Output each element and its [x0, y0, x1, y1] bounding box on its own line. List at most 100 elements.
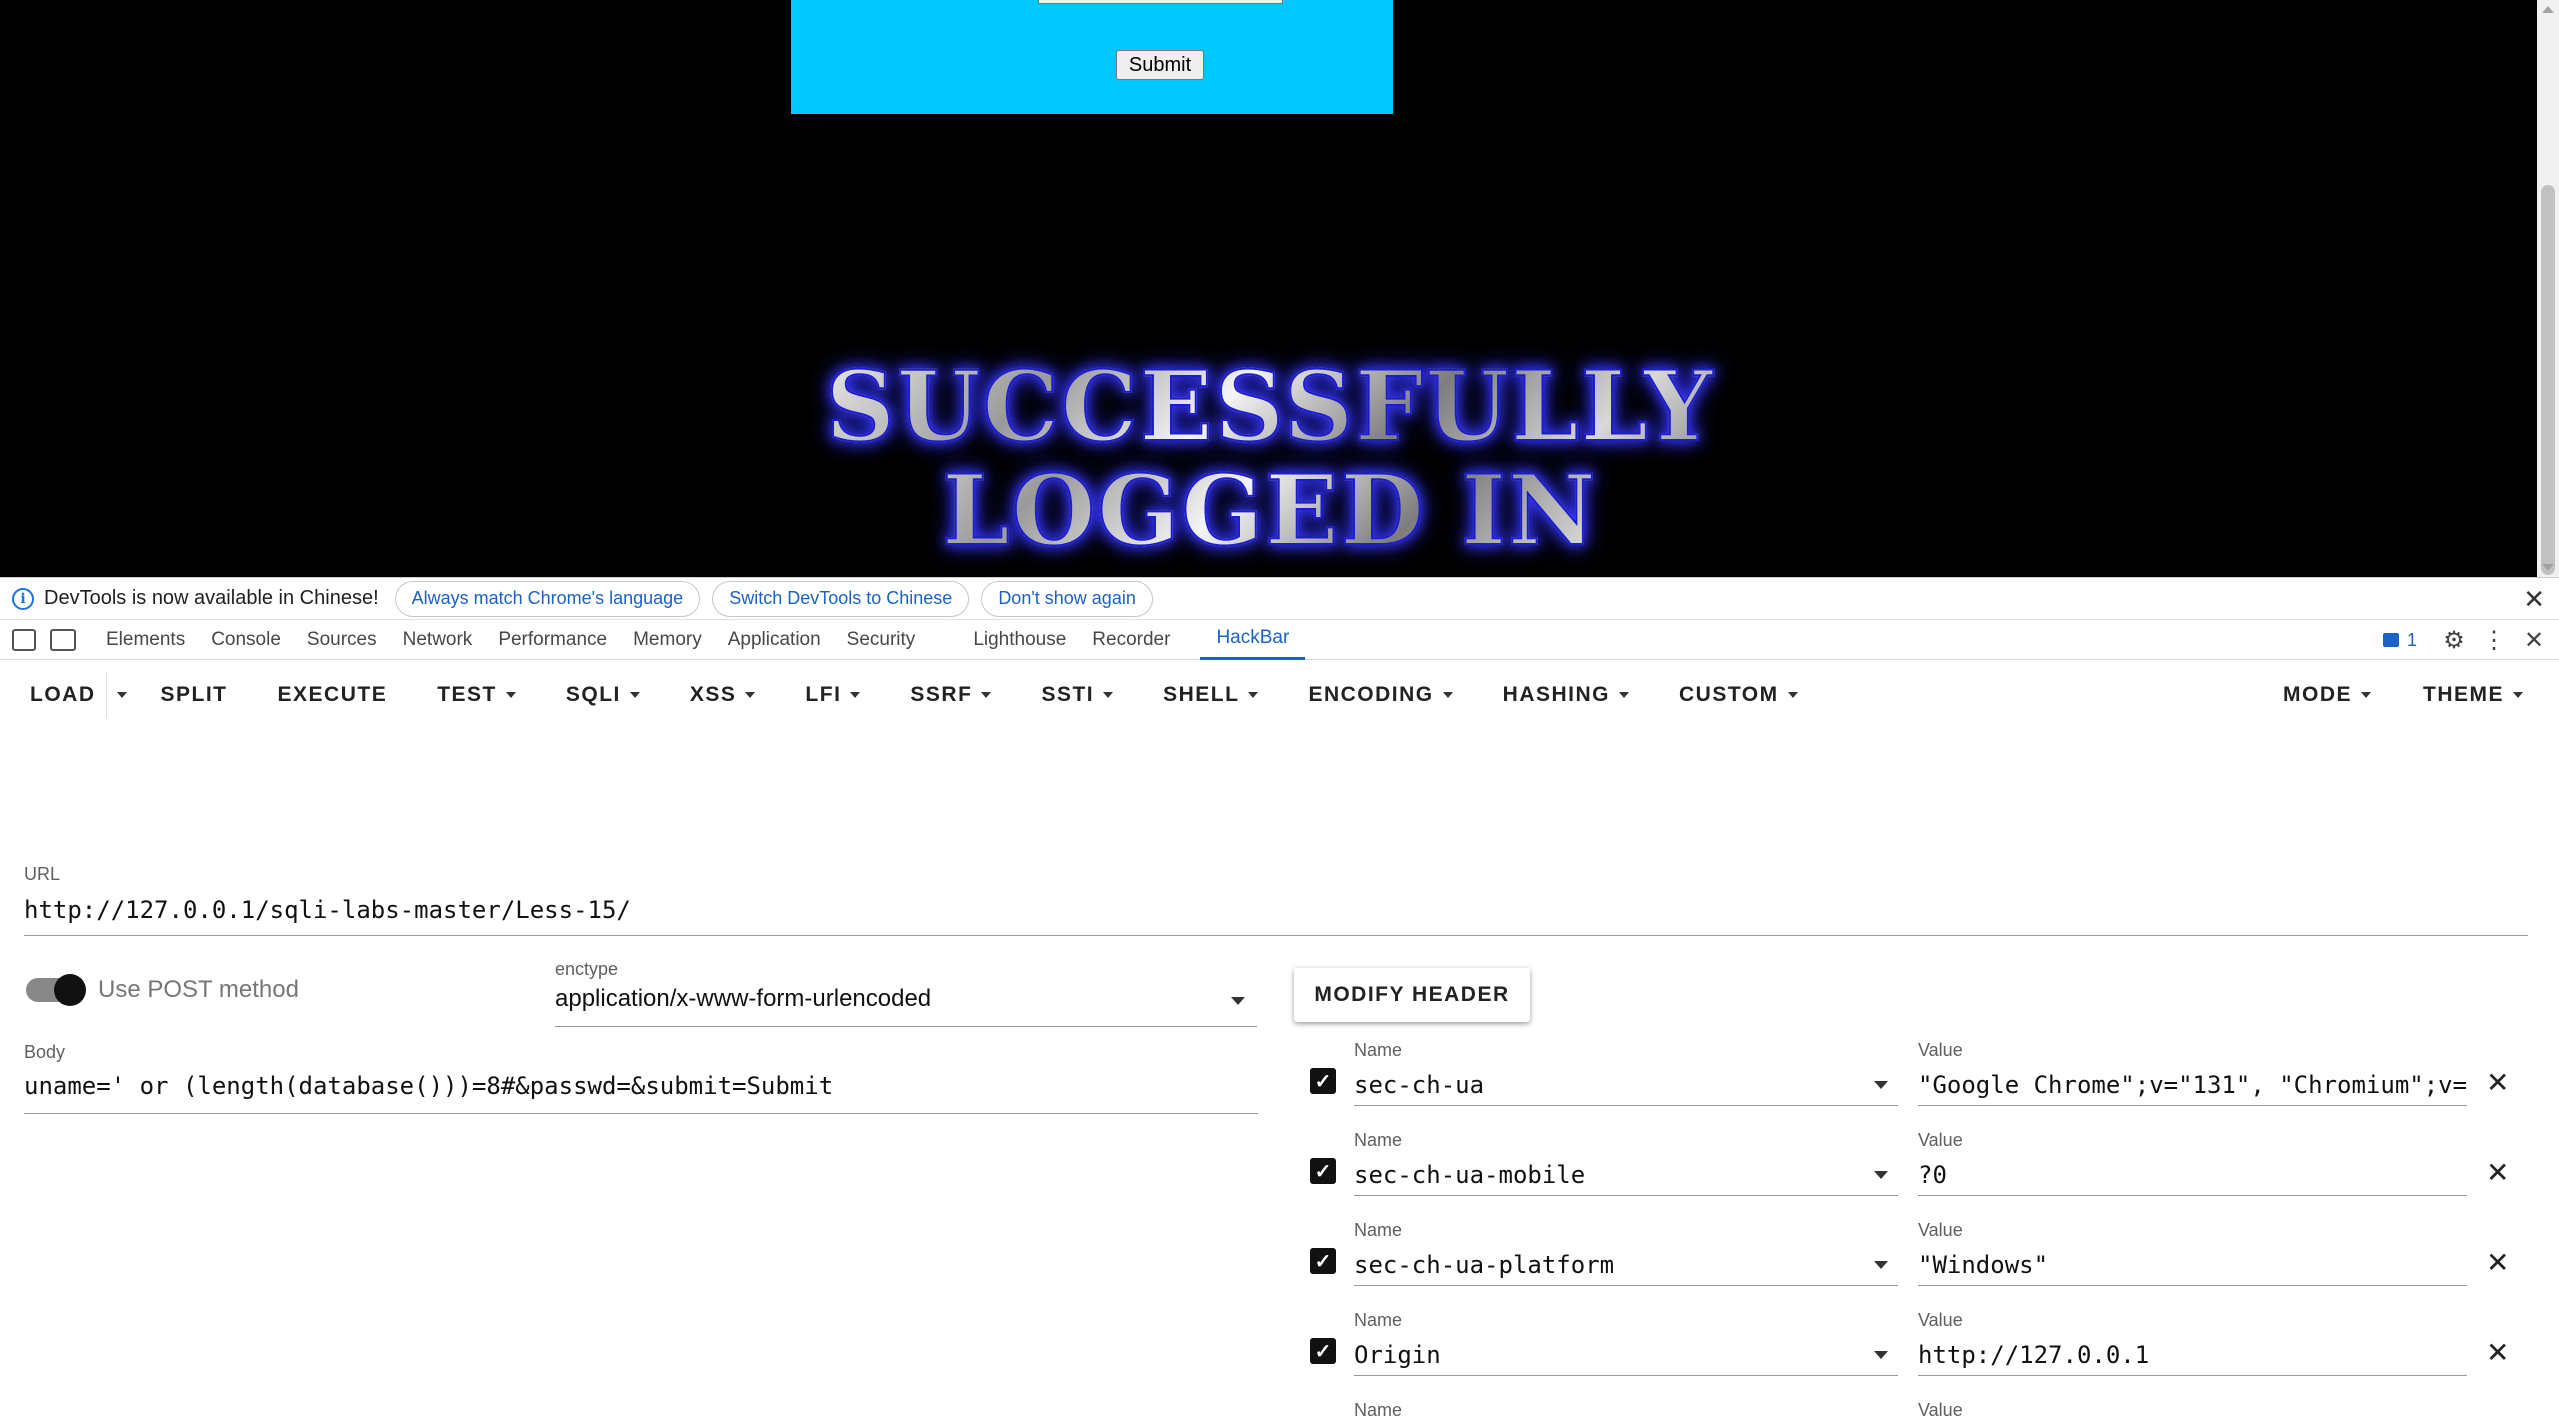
- header-value-label: Value: [1918, 1310, 1963, 1330]
- header-name-label: Name: [1354, 1310, 1403, 1330]
- header-name-label: Name: [1354, 1220, 1403, 1240]
- tab-memory[interactable]: Memory: [633, 620, 702, 660]
- chevron-down-icon: [629, 692, 640, 698]
- url-input[interactable]: http://127.0.0.1/sqli-labs-master/Less-1…: [24, 896, 2528, 936]
- header-name-select[interactable]: sec-ch-ua-mobile: [1354, 1154, 1898, 1196]
- execute-button[interactable]: EXECUTE: [262, 672, 404, 718]
- header-name-label: Name: [1354, 1400, 1403, 1420]
- header-enabled-checkbox[interactable]: ✓: [1310, 1248, 1336, 1274]
- header-row: ✓ Name sec-ch-ua-mobile Value ?0 ✕: [1308, 1130, 2548, 1220]
- lfi-menu[interactable]: LFI: [789, 672, 876, 718]
- header-value-input[interactable]: http://127.0.0.1: [1918, 1334, 2467, 1376]
- tab-sources[interactable]: Sources: [307, 620, 377, 660]
- header-value-label: Value: [1918, 1130, 1963, 1150]
- encoding-menu[interactable]: ENCODING: [1292, 672, 1468, 718]
- infobar-message: DevTools is now available in Chinese!: [44, 587, 379, 609]
- header-name-select[interactable]: Origin: [1354, 1334, 1898, 1376]
- post-method-toggle[interactable]: [26, 974, 86, 1006]
- header-name-value: Origin: [1354, 1341, 1441, 1369]
- delete-header-icon[interactable]: ✕: [2486, 1246, 2509, 1279]
- xss-menu[interactable]: XSS: [674, 672, 772, 718]
- delete-header-icon[interactable]: ✕: [2486, 1336, 2509, 1369]
- delete-header-icon[interactable]: ✕: [2486, 1156, 2509, 1189]
- chevron-down-icon: [1787, 692, 1798, 698]
- chevron-down-icon: [1442, 692, 1453, 698]
- custom-menu[interactable]: CUSTOM: [1663, 672, 1814, 718]
- header-name-value: sec-ch-ua-mobile: [1354, 1161, 1586, 1189]
- close-devtools-icon[interactable]: ✕: [2519, 626, 2549, 655]
- modify-header-button[interactable]: MODIFY HEADER: [1294, 968, 1530, 1022]
- custom-menu-label: CUSTOM: [1679, 683, 1779, 706]
- ssti-menu[interactable]: SSTI: [1025, 672, 1129, 718]
- switch-to-chinese-button[interactable]: Switch DevTools to Chinese: [712, 580, 970, 617]
- device-toolbar-icon[interactable]: [50, 628, 76, 651]
- tab-hackbar[interactable]: HackBar: [1200, 620, 1306, 660]
- url-label: URL: [24, 864, 61, 884]
- header-row: ✓ Name Origin Value http://127.0.0.1 ✕: [1308, 1310, 2548, 1400]
- header-value-input[interactable]: "Google Chrome";v="131", "Chromium";v="1…: [1918, 1064, 2467, 1106]
- mode-menu[interactable]: MODE: [2267, 672, 2387, 718]
- shell-menu[interactable]: SHELL: [1147, 672, 1274, 718]
- issues-badge[interactable]: 1: [2382, 629, 2417, 651]
- test-menu[interactable]: TEST: [421, 672, 532, 718]
- theme-menu[interactable]: THEME: [2407, 672, 2539, 718]
- chevron-down-icon: [1248, 692, 1259, 698]
- tab-network[interactable]: Network: [403, 620, 473, 660]
- tab-application[interactable]: Application: [728, 620, 821, 660]
- header-value-label: Value: [1918, 1220, 1963, 1240]
- close-icon[interactable]: ✕: [2523, 584, 2545, 615]
- page-scrollbar[interactable]: [2537, 0, 2559, 577]
- more-options-icon[interactable]: ⋮: [2479, 626, 2509, 655]
- post-method-label: Use POST method: [98, 976, 299, 1003]
- tab-security[interactable]: Security: [847, 620, 916, 660]
- delete-header-icon[interactable]: ✕: [2486, 1066, 2509, 1099]
- enctype-select[interactable]: application/x-www-form-urlencoded: [555, 985, 1257, 1027]
- header-enabled-checkbox[interactable]: ✓: [1310, 1068, 1336, 1094]
- scroll-up-arrow-icon[interactable]: [2542, 6, 2554, 13]
- chevron-down-icon: [1103, 692, 1114, 698]
- header-row: ✓ Name sec-ch-ua Value "Google Chrome";v…: [1308, 1040, 2548, 1130]
- tab-lighthouse[interactable]: Lighthouse: [973, 620, 1066, 660]
- header-enabled-checkbox[interactable]: ✓: [1310, 1338, 1336, 1364]
- hackbar-panel: LOAD SPLIT EXECUTE TEST SQLI XSS LFI SSR…: [0, 660, 2559, 1420]
- scrollbar-thumb[interactable]: [2541, 185, 2555, 575]
- ssrf-menu[interactable]: SSRF: [894, 672, 1007, 718]
- load-button[interactable]: LOAD: [0, 672, 107, 718]
- header-value-label: Value: [1918, 1400, 1963, 1420]
- shell-menu-label: SHELL: [1163, 683, 1240, 706]
- header-name-value: sec-ch-ua: [1354, 1071, 1485, 1099]
- toggle-knob: [54, 974, 86, 1006]
- chevron-down-icon: [1874, 1171, 1888, 1179]
- hashing-menu[interactable]: HASHING: [1487, 672, 1645, 718]
- load-options-button[interactable]: [107, 672, 137, 718]
- tab-elements[interactable]: Elements: [106, 620, 185, 660]
- header-row: ✓ Name sec-ch-ua-platform Value "Windows…: [1308, 1220, 2548, 1310]
- chevron-down-icon: [2361, 692, 2371, 698]
- tab-recorder[interactable]: Recorder: [1092, 620, 1170, 660]
- header-value-input[interactable]: ?0: [1918, 1154, 2467, 1196]
- success-banner: SUCCESSFULLY LOGGED IN: [820, 354, 1720, 564]
- issues-count: 1: [2406, 629, 2417, 650]
- split-button[interactable]: SPLIT: [145, 672, 244, 718]
- chevron-down-icon: [2513, 692, 2523, 698]
- ssti-menu-label: SSTI: [1041, 683, 1095, 706]
- sqli-menu-label: SQLI: [565, 683, 621, 706]
- password-input[interactable]: [1038, 0, 1283, 4]
- tab-console[interactable]: Console: [211, 620, 281, 660]
- header-value-input[interactable]: "Windows": [1918, 1244, 2467, 1286]
- header-name-select[interactable]: sec-ch-ua: [1354, 1064, 1898, 1106]
- issues-icon: [2382, 633, 2399, 647]
- submit-button[interactable]: Submit: [1116, 50, 1204, 80]
- header-name-select[interactable]: sec-ch-ua-platform: [1354, 1244, 1898, 1286]
- dont-show-again-button[interactable]: Don't show again: [981, 580, 1153, 617]
- chevron-down-icon: [116, 692, 127, 698]
- scroll-down-arrow-icon[interactable]: [2542, 564, 2554, 571]
- always-match-language-button[interactable]: Always match Chrome's language: [394, 580, 701, 617]
- header-enabled-checkbox[interactable]: ✓: [1310, 1158, 1336, 1184]
- inspect-element-icon[interactable]: [12, 628, 36, 651]
- body-input[interactable]: uname=' or (length(database()))=8#&passw…: [24, 1072, 1258, 1114]
- tab-performance[interactable]: Performance: [498, 620, 607, 660]
- settings-gear-icon[interactable]: ⚙: [2439, 626, 2469, 655]
- sqli-menu[interactable]: SQLI: [550, 672, 656, 718]
- chevron-down-icon: [745, 692, 756, 698]
